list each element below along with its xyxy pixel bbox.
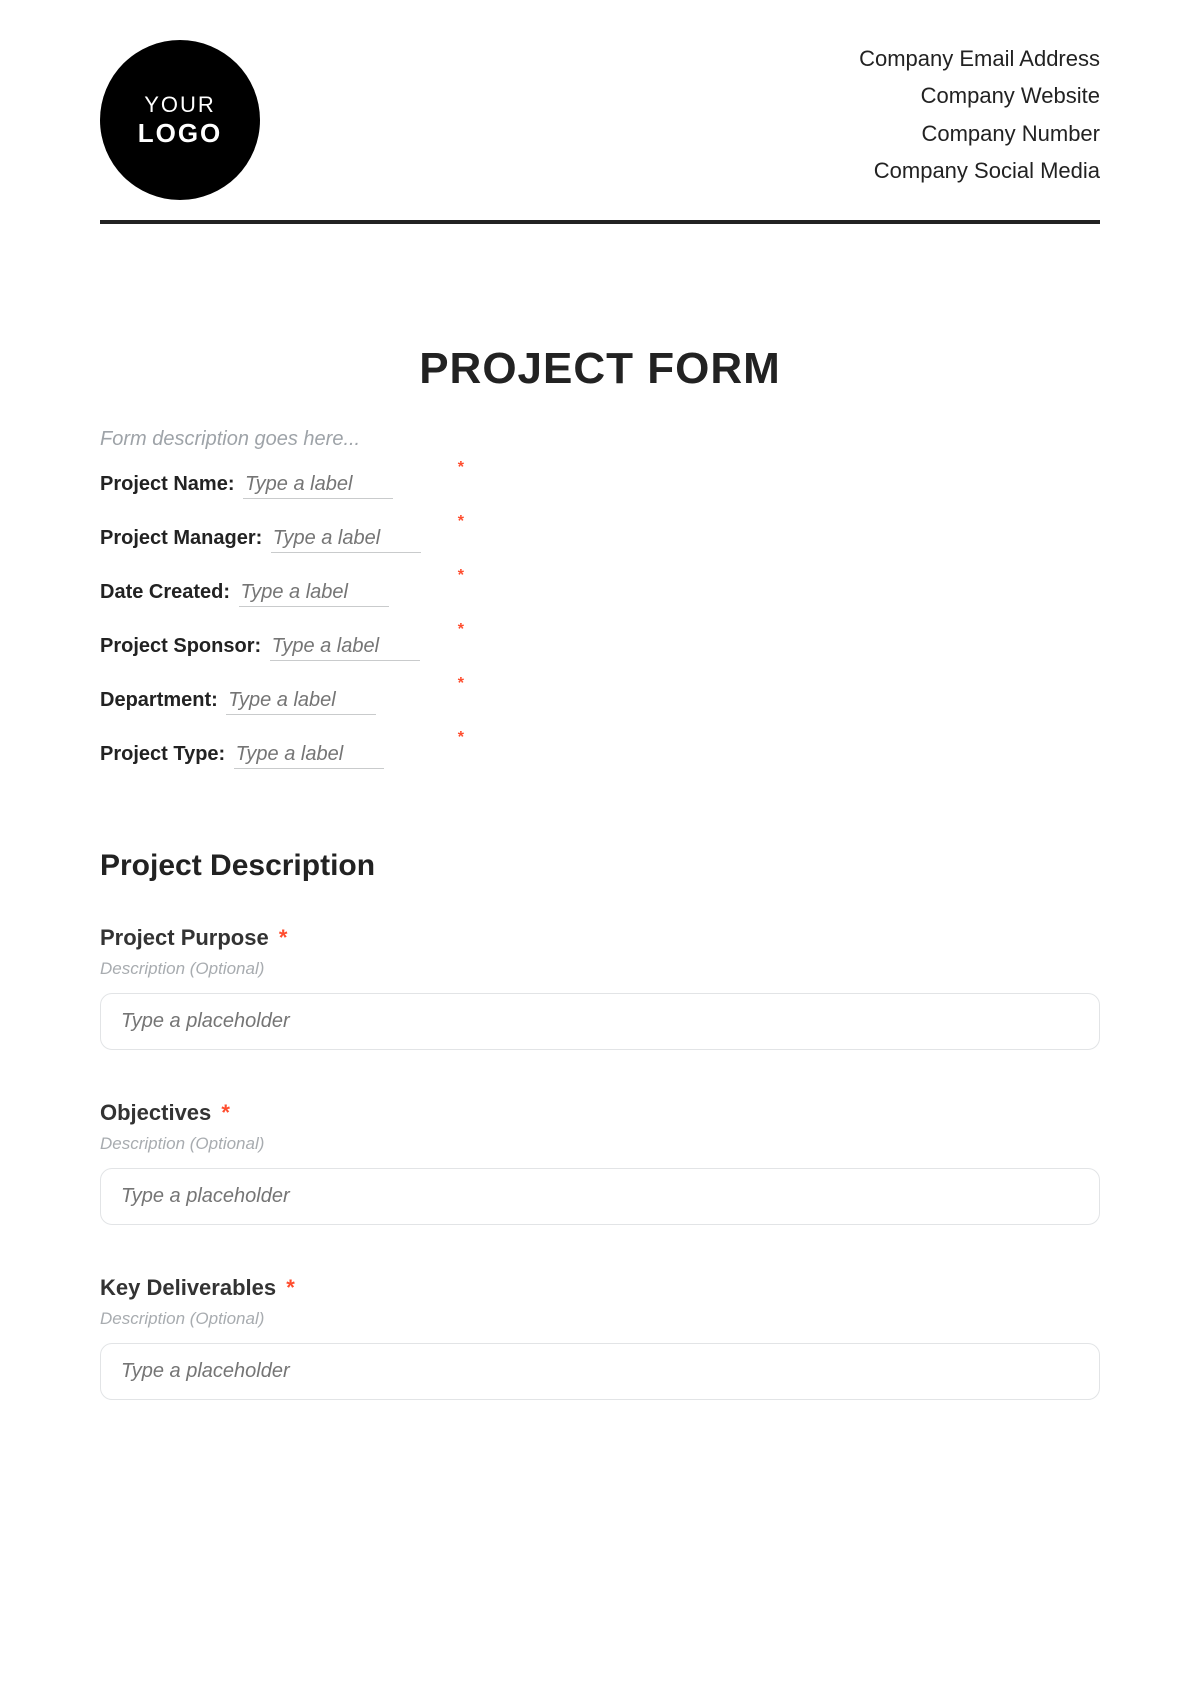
field-project-name: * Project Name:	[100, 473, 460, 499]
field-label: Project Sponsor:	[100, 635, 261, 657]
required-mark: *	[458, 675, 464, 693]
project-type-input[interactable]	[234, 743, 384, 769]
subfield-objectives: Objectives * Description (Optional)	[100, 1100, 1100, 1225]
subfield-description: Description (Optional)	[100, 959, 1100, 979]
required-mark: *	[279, 925, 288, 950]
required-mark: *	[458, 729, 464, 747]
field-department: * Department:	[100, 689, 460, 715]
subfield-key-deliverables: Key Deliverables * Description (Optional…	[100, 1275, 1100, 1400]
department-input[interactable]	[226, 689, 376, 715]
subfield-label-text: Objectives	[100, 1100, 211, 1125]
subfield-description: Description (Optional)	[100, 1309, 1100, 1329]
field-label: Project Type:	[100, 743, 225, 765]
section-heading: Project Description	[100, 849, 1100, 883]
form-description[interactable]: Form description goes here...	[100, 428, 1100, 451]
project-sponsor-input[interactable]	[270, 635, 420, 661]
field-project-type: * Project Type:	[100, 743, 460, 769]
company-info: Company Email Address Company Website Co…	[859, 40, 1100, 190]
subfield-label: Project Purpose *	[100, 925, 1100, 951]
page-title: PROJECT FORM	[100, 344, 1100, 394]
objectives-input[interactable]	[100, 1168, 1100, 1225]
required-mark: *	[458, 621, 464, 639]
subfield-description: Description (Optional)	[100, 1134, 1100, 1154]
logo-text-top: YOUR	[144, 92, 216, 118]
logo-text-bottom: LOGO	[138, 118, 223, 149]
subfield-label: Objectives *	[100, 1100, 1100, 1126]
company-social: Company Social Media	[859, 152, 1100, 189]
date-created-input[interactable]	[239, 581, 389, 607]
required-mark: *	[286, 1275, 295, 1300]
header-divider	[100, 220, 1100, 224]
subfield-project-purpose: Project Purpose * Description (Optional)	[100, 925, 1100, 1050]
field-label: Project Name:	[100, 473, 235, 495]
field-project-manager: * Project Manager:	[100, 527, 460, 553]
field-label: Project Manager:	[100, 527, 262, 549]
subfield-label: Key Deliverables *	[100, 1275, 1100, 1301]
required-mark: *	[458, 459, 464, 477]
company-email: Company Email Address	[859, 40, 1100, 77]
project-purpose-input[interactable]	[100, 993, 1100, 1050]
required-mark: *	[221, 1100, 230, 1125]
key-deliverables-input[interactable]	[100, 1343, 1100, 1400]
header: YOUR LOGO Company Email Address Company …	[100, 40, 1100, 200]
subfield-label-text: Key Deliverables	[100, 1275, 276, 1300]
logo-circle: YOUR LOGO	[100, 40, 260, 200]
company-number: Company Number	[859, 115, 1100, 152]
subfield-label-text: Project Purpose	[100, 925, 269, 950]
project-name-input[interactable]	[243, 473, 393, 499]
field-label: Department:	[100, 689, 218, 711]
required-mark: *	[458, 513, 464, 531]
field-label: Date Created:	[100, 581, 230, 603]
field-project-sponsor: * Project Sponsor:	[100, 635, 460, 661]
project-manager-input[interactable]	[271, 527, 421, 553]
required-mark: *	[458, 567, 464, 585]
company-website: Company Website	[859, 77, 1100, 114]
field-date-created: * Date Created:	[100, 581, 460, 607]
